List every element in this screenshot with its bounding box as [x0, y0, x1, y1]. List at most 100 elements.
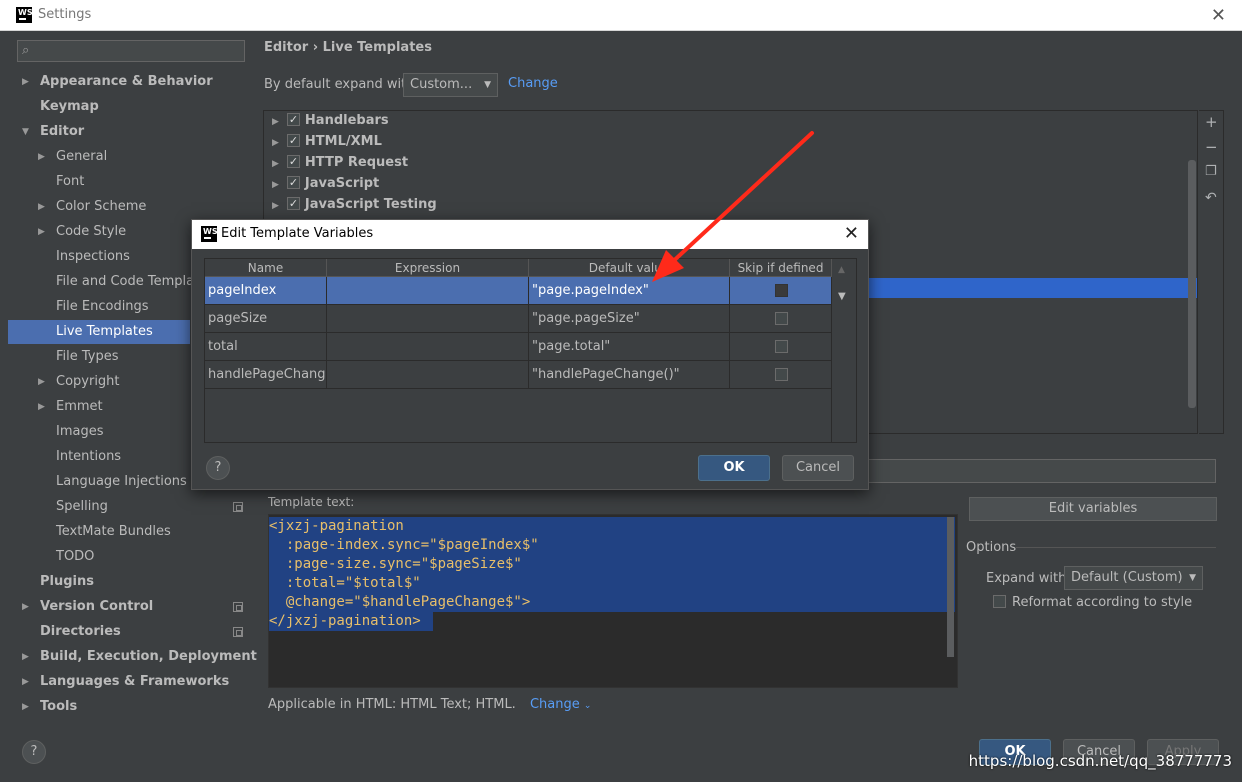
table-toolbar: ▲ ▼	[832, 258, 857, 443]
template-group-http-request[interactable]: ▶HTTP Request	[272, 152, 408, 173]
table-row[interactable]: total "page.total"	[205, 333, 832, 361]
add-icon[interactable]: +	[1205, 113, 1218, 131]
sidebar-item-textmate[interactable]: TextMate Bundles	[8, 520, 253, 544]
template-group-html-xml[interactable]: ▶HTML/XML	[272, 131, 382, 152]
dialog-titlebar: WS Edit Template Variables ✕	[192, 220, 868, 249]
table-row[interactable]: handlePageChange "handlePageChange()"	[205, 361, 832, 389]
window-titlebar: WS Settings ✕	[0, 0, 1242, 31]
template-group-handlebars[interactable]: ▶Handlebars	[272, 110, 389, 131]
options-label: Options	[966, 540, 1017, 555]
settings-search-input[interactable]: ⌕	[17, 40, 245, 62]
applicable-change-link[interactable]: Change ⌄	[530, 697, 591, 712]
sidebar-item-spelling[interactable]: Spelling	[8, 495, 253, 519]
dialog-title: Edit Template Variables	[221, 226, 374, 241]
template-group-javascript[interactable]: ▶JavaScript	[272, 173, 379, 194]
code-line: :total="$total$"	[269, 575, 421, 591]
description-input[interactable]	[860, 459, 1216, 483]
sidebar-item-keymap[interactable]: Keymap	[8, 95, 253, 119]
chevron-right-icon: ▶	[38, 227, 45, 237]
sidebar-item-tools[interactable]: ▶ Tools	[8, 695, 253, 719]
chevron-down-icon: ▼	[1189, 573, 1196, 583]
column-header-default[interactable]: Default value	[529, 259, 730, 277]
expand-label: By default expand with	[264, 77, 415, 92]
reformat-checkbox[interactable]	[993, 595, 1006, 608]
table-row[interactable]: pageSize "page.pageSize"	[205, 305, 832, 333]
close-icon[interactable]: ✕	[844, 223, 859, 244]
reformat-option[interactable]: Reformat according to style	[993, 595, 1192, 610]
move-down-icon[interactable]: ▼	[838, 291, 846, 302]
move-up-icon[interactable]: ▲	[838, 265, 845, 275]
chevron-right-icon[interactable]: ▶	[272, 201, 279, 211]
webstorm-logo-icon: WS	[16, 7, 33, 23]
sidebar-item-build[interactable]: ▶ Build, Execution, Deployment	[8, 645, 257, 669]
chevron-right-icon: ▶	[22, 652, 29, 662]
chevron-right-icon: ▶	[38, 402, 45, 412]
column-header-name[interactable]: Name	[205, 259, 327, 277]
sidebar-item-color-scheme[interactable]: ▶ Color Scheme	[8, 195, 253, 219]
remove-icon[interactable]: −	[1205, 138, 1218, 156]
chevron-right-icon[interactable]: ▶	[272, 117, 279, 127]
chevron-right-icon[interactable]: ▶	[272, 159, 279, 169]
chevron-right-icon: ▶	[38, 152, 45, 162]
breadcrumb: Editor › Live Templates	[264, 40, 432, 55]
code-line: :page-index.sync="$pageIndex$"	[269, 537, 539, 553]
close-icon[interactable]: ✕	[1211, 5, 1226, 26]
dialog-cancel-button[interactable]: Cancel	[782, 455, 854, 481]
code-line: @change="$handlePageChange$">	[269, 594, 531, 610]
expand-with-label: Expand with	[986, 571, 1067, 586]
chevron-down-icon: ⌄	[583, 701, 592, 711]
sidebar-item-editor[interactable]: ▼ Editor	[8, 120, 253, 144]
group-checkbox[interactable]	[286, 194, 300, 214]
group-checkbox[interactable]	[286, 173, 300, 193]
chevron-right-icon[interactable]: ▶	[272, 180, 279, 190]
sidebar-item-appearance[interactable]: ▶ Appearance & Behavior	[8, 70, 253, 94]
variables-table: Name Expression Default value Skip if de…	[204, 258, 832, 443]
edit-template-variables-dialog: WS Edit Template Variables ✕ Name Expres…	[191, 219, 869, 490]
expand-key-select[interactable]: Custom... ▼	[403, 73, 498, 97]
chevron-down-icon: ▼	[484, 80, 491, 90]
project-level-icon	[233, 627, 243, 637]
sidebar-item-plugins[interactable]: Plugins	[8, 570, 253, 594]
chevron-right-icon: ▶	[22, 602, 29, 612]
group-checkbox[interactable]	[286, 152, 300, 172]
sidebar-item-live-templates[interactable]: Live Templates	[8, 320, 190, 344]
chevron-down-icon: ▼	[22, 127, 29, 137]
group-checkbox[interactable]	[286, 131, 300, 151]
table-row[interactable]: pageIndex "page.pageIndex"	[205, 277, 832, 305]
dialog-ok-button[interactable]: OK	[698, 455, 770, 481]
skip-checkbox[interactable]	[775, 312, 788, 325]
skip-checkbox[interactable]	[775, 284, 788, 297]
search-icon: ⌕	[22, 43, 30, 58]
column-header-skip[interactable]: Skip if defined	[730, 259, 832, 277]
group-checkbox[interactable]	[286, 110, 300, 130]
skip-checkbox[interactable]	[775, 368, 788, 381]
edit-variables-button[interactable]: Edit variables	[969, 497, 1217, 521]
project-level-icon	[233, 502, 243, 512]
change-expand-link[interactable]: Change	[508, 76, 558, 91]
chevron-right-icon: ▶	[38, 202, 45, 212]
code-line: </jxzj-pagination>	[269, 613, 421, 629]
sidebar-item-todo[interactable]: TODO	[8, 545, 253, 569]
help-icon[interactable]: ?	[206, 456, 230, 480]
column-header-expression[interactable]: Expression	[327, 259, 529, 277]
webstorm-logo-icon: WS	[201, 226, 218, 242]
editor-scrollbar[interactable]	[947, 517, 954, 657]
chevron-right-icon: ▶	[22, 702, 29, 712]
sidebar-item-version-control[interactable]: ▶ Version Control	[8, 595, 253, 619]
expand-with-select[interactable]: Default (Custom) ▼	[1064, 566, 1203, 590]
copy-icon[interactable]: ❐	[1205, 164, 1217, 179]
sidebar-item-languages[interactable]: ▶ Languages & Frameworks	[8, 670, 253, 694]
sidebar-item-directories[interactable]: Directories	[8, 620, 253, 644]
help-icon[interactable]: ?	[22, 740, 46, 764]
sidebar-item-general[interactable]: ▶ General	[8, 145, 253, 169]
applicable-contexts: Applicable in HTML: HTML Text; HTML. Cha…	[268, 697, 592, 712]
template-text-label: Template text:	[268, 495, 355, 509]
templates-scrollbar[interactable]	[1188, 160, 1196, 408]
code-line: <jxzj-pagination	[269, 518, 404, 534]
template-group-javascript-testing[interactable]: ▶JavaScript Testing	[272, 194, 437, 215]
chevron-right-icon[interactable]: ▶	[272, 138, 279, 148]
restore-icon[interactable]: ↶	[1205, 190, 1217, 206]
sidebar-item-font[interactable]: Font	[8, 170, 253, 194]
template-text-editor[interactable]: <jxzj-pagination :page-index.sync="$page…	[268, 514, 958, 688]
skip-checkbox[interactable]	[775, 340, 788, 353]
